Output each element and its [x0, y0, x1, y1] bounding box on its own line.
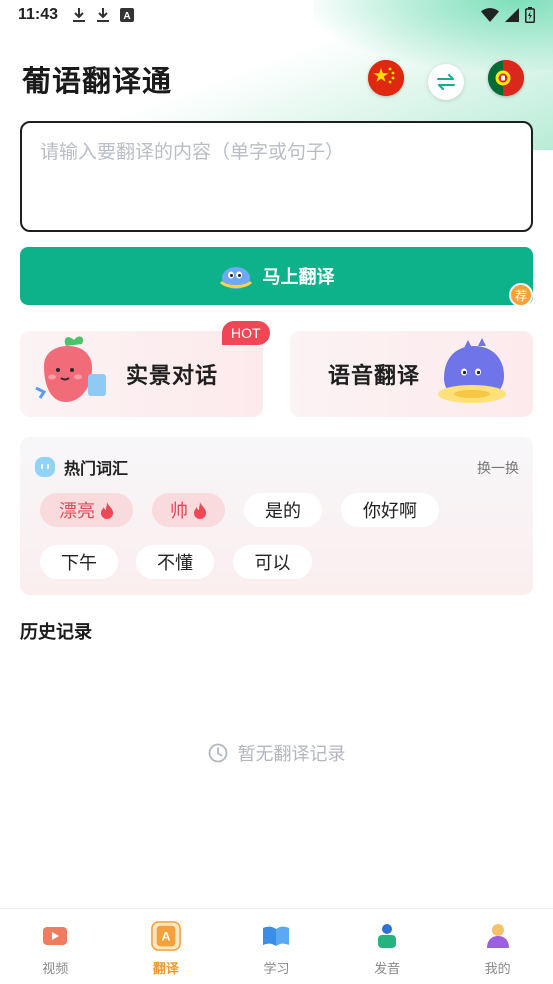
voice-translate-label: 语音翻译: [328, 364, 421, 389]
word-chip[interactable]: 是的: [244, 493, 322, 527]
china-flag-icon[interactable]: [368, 60, 404, 96]
translate-now-button[interactable]: 马上翻译: [20, 247, 533, 305]
word-chip[interactable]: 帅: [152, 493, 225, 527]
swap-language-button[interactable]: [428, 64, 464, 100]
blob-mascot-icon: [438, 338, 507, 403]
nav-label: 翻译: [152, 962, 179, 977]
nav-item-translate[interactable]: A 翻译: [111, 909, 222, 984]
swap-arrows-icon: [437, 74, 455, 90]
hot-words-panel: 热门词汇 换一换 漂亮 帅 是的 你好啊 下午 不懂 可以: [20, 437, 533, 595]
font-a-icon: A: [120, 8, 135, 22]
flame-icon: [101, 502, 113, 519]
word-chip-label: 可以: [254, 553, 291, 574]
history-empty-state: 暂无翻译记录: [0, 740, 553, 766]
strawberry-mascot-icon: [35, 336, 106, 402]
download-icon: [97, 8, 110, 22]
nav-item-video[interactable]: 视频: [0, 909, 111, 984]
nav-item-study[interactable]: 学习: [221, 909, 332, 984]
voice-translate-card[interactable]: 语音翻译: [290, 331, 533, 417]
history-empty-text: 暂无翻译记录: [237, 744, 346, 765]
word-chip-label: 下午: [61, 553, 97, 574]
app-title: 葡语翻译通: [22, 64, 173, 98]
nav-label: 我的: [484, 962, 511, 977]
mascot-icon: [219, 267, 252, 289]
pronunciation-icon: [378, 924, 397, 948]
translate-now-label: 马上翻译: [262, 267, 335, 288]
recommend-badge: 荐: [509, 283, 533, 307]
video-icon: [43, 927, 68, 945]
nav-label: 学习: [263, 962, 290, 977]
nav-label: 视频: [42, 962, 69, 977]
translate-input-box[interactable]: [20, 121, 533, 232]
svg-text:A: A: [123, 11, 130, 22]
download-icon: [73, 8, 86, 22]
book-icon: [263, 926, 290, 946]
hot-words-title: 热门词汇: [64, 459, 129, 478]
refresh-words-button[interactable]: 换一换: [477, 458, 519, 478]
battery-icon: [525, 7, 535, 23]
word-chip-label: 你好啊: [363, 501, 417, 522]
signal-icon: [505, 8, 519, 22]
status-bar: 11:43 A: [0, 0, 553, 30]
clock-icon: [208, 743, 227, 763]
nav-item-profile[interactable]: 我的: [442, 909, 553, 984]
status-time: 11:43: [18, 6, 59, 23]
nav-label: 发音: [374, 962, 401, 977]
history-title: 历史记录: [20, 622, 92, 643]
bottom-nav: 视频 A 翻译 学习 发音 我的: [0, 908, 553, 984]
word-chip-label: 不懂: [157, 553, 193, 574]
translate-input[interactable]: [40, 137, 513, 216]
wifi-icon: [481, 8, 499, 22]
scene-dialogue-label: 实景对话: [126, 364, 219, 389]
flame-icon: [194, 502, 206, 519]
word-chip-label: 漂亮: [59, 501, 95, 522]
word-chip[interactable]: 漂亮: [40, 493, 133, 527]
hot-tag: HOT: [222, 321, 270, 345]
profile-icon: [486, 924, 509, 948]
hot-words-mascot-icon: [35, 457, 55, 477]
svg-text:A: A: [161, 930, 170, 944]
nav-item-pronunciation[interactable]: 发音: [332, 909, 443, 984]
word-chip[interactable]: 你好啊: [341, 493, 439, 527]
portugal-flag-icon[interactable]: [488, 60, 524, 96]
translate-icon: A: [151, 921, 181, 951]
word-chip-label: 帅: [170, 501, 188, 522]
word-chip[interactable]: 下午: [40, 545, 118, 579]
word-chip-label: 是的: [265, 501, 301, 522]
word-chip[interactable]: 可以: [233, 545, 312, 579]
word-chip[interactable]: 不懂: [136, 545, 214, 579]
